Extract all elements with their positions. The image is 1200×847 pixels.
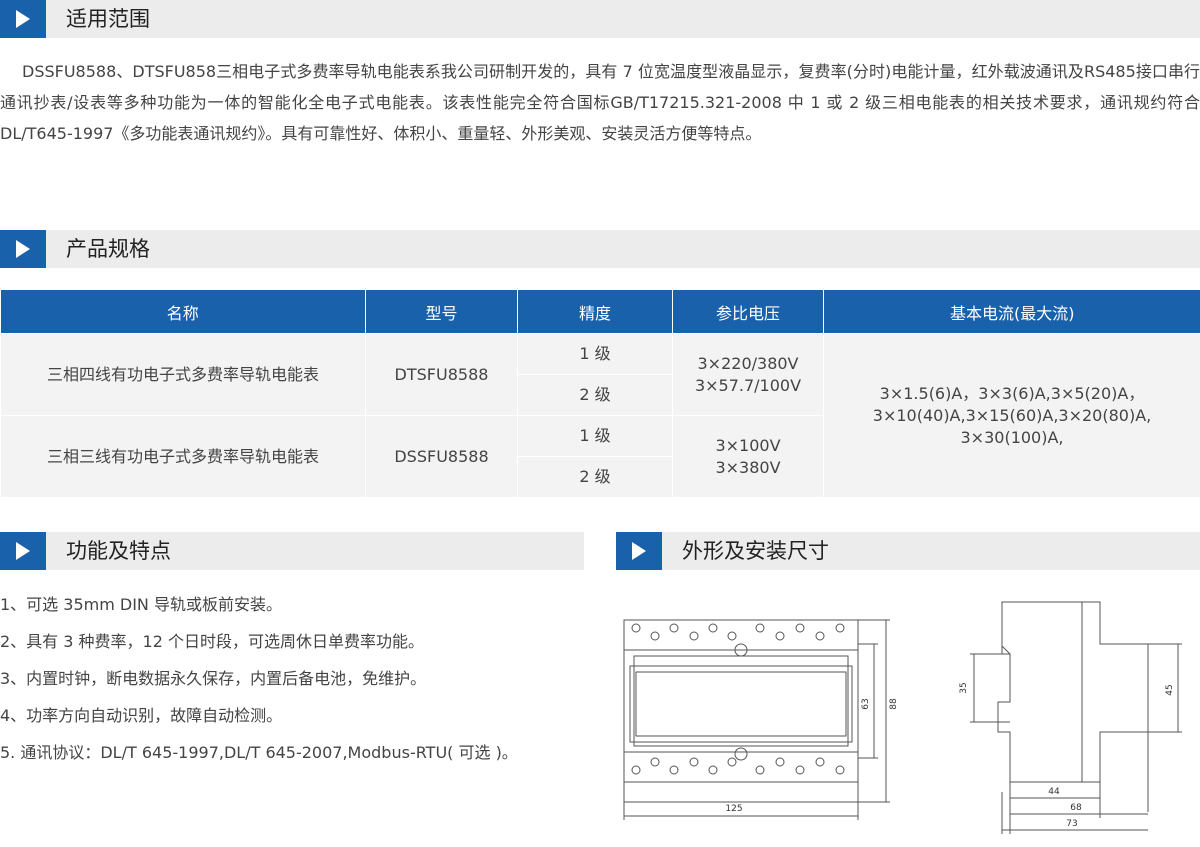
front-view-drawing: 125 63 88 xyxy=(623,619,899,820)
cell-accuracy: 2 级 xyxy=(517,374,673,416)
list-item: 4、功率方向自动识别，故障自动检测。 xyxy=(0,706,283,725)
feature-list: 1、可选 35mm DIN 导轨或板前安装。 2、具有 3 种费率，12 个日时… xyxy=(0,586,518,771)
play-arrow-icon xyxy=(0,230,46,268)
voltage-line: 3×380V xyxy=(715,457,781,477)
header-cell: 名称 xyxy=(0,290,366,334)
dim-front-width: 125 xyxy=(725,804,742,814)
cell-current: 3×1.5(6)A，3×3(6)A,3×5(20)A， 3×10(40)A,3×… xyxy=(823,333,1200,498)
dim-side-h1: 35 xyxy=(959,682,969,693)
cell-accuracy: 2 级 xyxy=(517,456,673,498)
dim-front-h2: 88 xyxy=(889,698,899,710)
dim-side-w1: 44 xyxy=(1048,787,1060,797)
list-item: 2、具有 3 种费率，12 个日时段，可选周休日单费率功能。 xyxy=(0,632,424,651)
cell-voltage: 3×100V 3×380V xyxy=(672,415,824,498)
play-arrow-icon xyxy=(616,532,662,570)
voltage-line: 3×100V xyxy=(715,435,781,455)
voltage-line: 3×220/380V xyxy=(697,353,799,373)
current-line: 3×30(100)A, xyxy=(960,427,1064,447)
cell-voltage: 3×220/380V 3×57.7/100V xyxy=(672,333,824,416)
current-line: 3×1.5(6)A，3×3(6)A,3×5(20)A， xyxy=(879,383,1145,403)
cell-accuracy: 1 级 xyxy=(517,333,673,375)
dim-side-w2: 68 xyxy=(1070,803,1082,813)
spec-table: 名称 型号 精度 参比电压 基本电流(最大流) 三相四线有功电子式多费率导轨电能… xyxy=(0,290,1200,498)
dim-side-w3: 73 xyxy=(1066,819,1077,829)
cell-accuracy: 1 级 xyxy=(517,415,673,457)
header-cell: 精度 xyxy=(517,290,673,334)
dim-side-h2: 45 xyxy=(1165,684,1175,695)
section-header-dims: 外形及安装尺寸 xyxy=(616,532,1200,570)
list-item: 5. 通讯协议：DL/T 645-1997,DL/T 645-2007,Modb… xyxy=(0,743,518,762)
dim-front-h1: 63 xyxy=(861,698,871,709)
section-title: 功能及特点 xyxy=(66,539,171,563)
cell-model: DTSFU8588 xyxy=(365,333,518,416)
side-view-drawing: 35 45 44 68 73 xyxy=(959,601,1182,834)
header-cell: 基本电流(最大流) xyxy=(823,290,1200,334)
play-arrow-icon xyxy=(0,0,46,38)
list-item: 3、内置时钟，断电数据永久保存，内置后备电池，免维护。 xyxy=(0,669,427,688)
header-cell: 参比电压 xyxy=(672,290,824,334)
section-header-features: 功能及特点 xyxy=(0,532,584,570)
current-line: 3×10(40)A,3×15(60)A,3×20(80)A, xyxy=(872,405,1152,425)
table-row: 三相四线有功电子式多费率导轨电能表 DTSFU8588 1 级 3×220/38… xyxy=(0,333,1200,498)
section-header-spec: 产品规格 xyxy=(0,230,1200,268)
intro-paragraph: DSSFU8588、DTSFU858三相电子式多费率导轨电能表系我公司研制开发的… xyxy=(0,62,1200,143)
section-header-scope: 适用范围 xyxy=(0,0,1200,38)
voltage-line: 3×57.7/100V xyxy=(694,375,802,395)
play-arrow-icon xyxy=(0,532,46,570)
section-title: 适用范围 xyxy=(66,7,150,31)
table-header-row: 名称 型号 精度 参比电压 基本电流(最大流) xyxy=(0,290,1200,334)
cell-name: 三相三线有功电子式多费率导轨电能表 xyxy=(0,415,366,498)
list-item: 1、可选 35mm DIN 导轨或板前安装。 xyxy=(0,595,282,614)
cell-model: DSSFU8588 xyxy=(365,415,518,498)
section-title: 外形及安装尺寸 xyxy=(682,539,829,563)
cell-name: 三相四线有功电子式多费率导轨电能表 xyxy=(0,333,366,416)
header-cell: 型号 xyxy=(365,290,518,334)
section-title: 产品规格 xyxy=(66,237,150,261)
